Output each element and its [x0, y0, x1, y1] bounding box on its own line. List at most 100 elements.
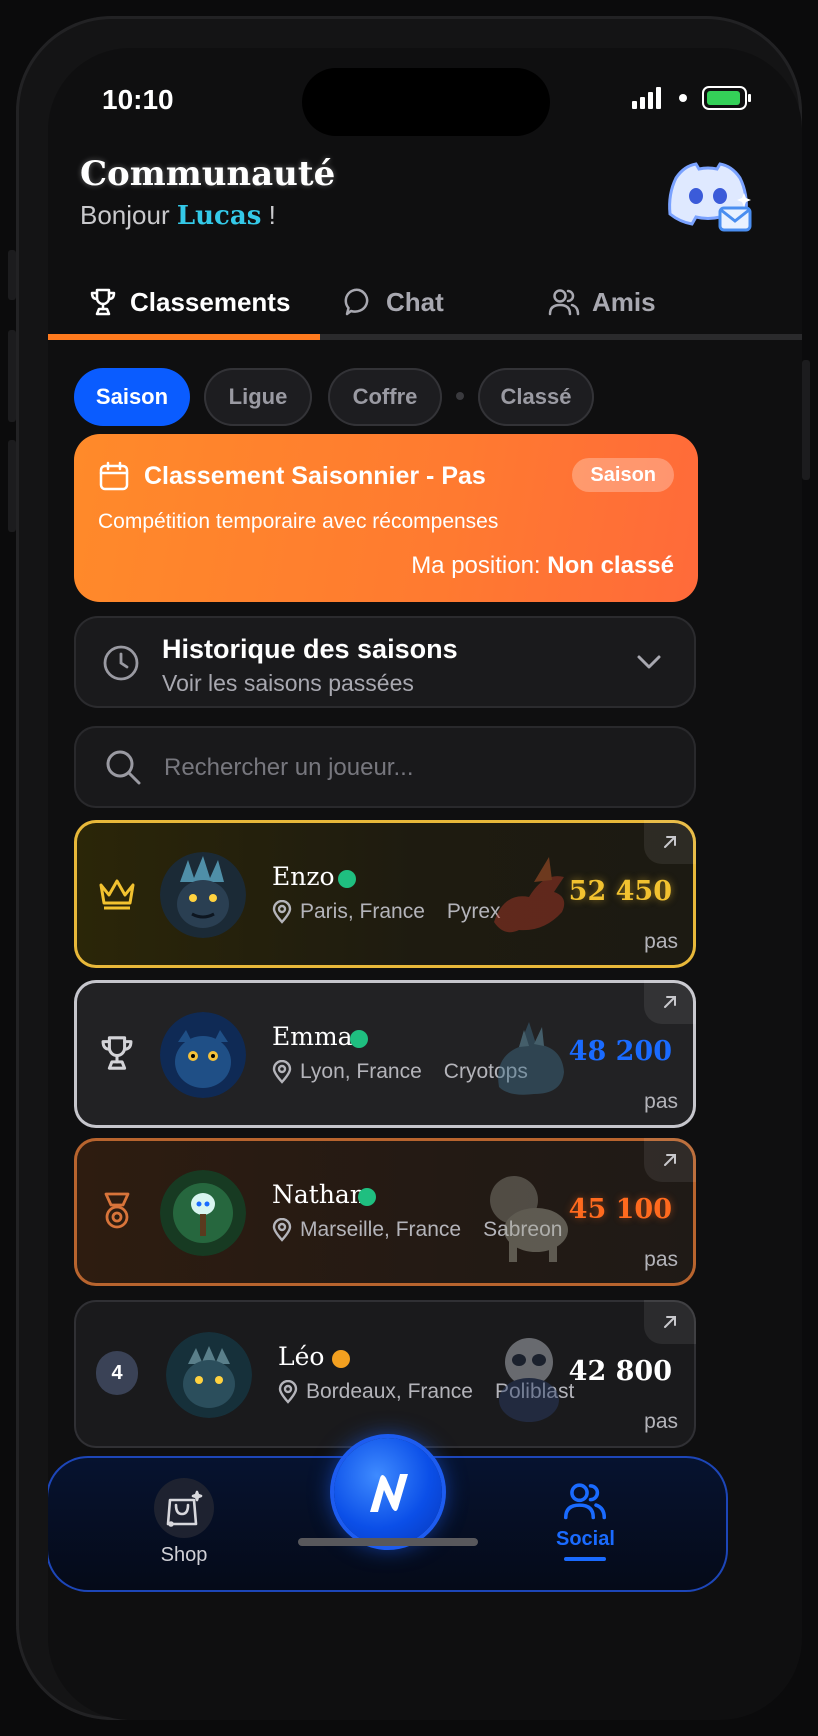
signal-icon — [632, 87, 661, 109]
leaderboard-row-3[interactable]: Nathan Marseille, France Sabreon 45 100 … — [74, 1138, 696, 1286]
arrow-up-right-icon — [664, 1154, 676, 1166]
filter-chip-saison[interactable]: Saison — [74, 368, 190, 426]
arrow-up-right-icon — [664, 836, 676, 848]
history-title: Historique des saisons — [162, 634, 458, 664]
open-profile-button[interactable] — [644, 980, 696, 1024]
status-time: 10:10 — [102, 84, 174, 115]
shop-icon-wrap — [154, 1478, 214, 1538]
rank-4-badge: 4 — [96, 1351, 138, 1395]
app-logo-icon — [370, 1474, 408, 1512]
chat-bubble-icon — [344, 288, 369, 316]
chevron-down-icon — [637, 655, 661, 669]
location-text: Lyon, France — [300, 1060, 422, 1083]
arrow-up-right-icon — [664, 996, 676, 1008]
clock-icon — [103, 645, 139, 681]
player-search — [74, 726, 696, 810]
trophy-icon — [101, 1036, 133, 1070]
location-text: Bordeaux, France — [306, 1380, 473, 1403]
player-name: Enzo — [272, 862, 335, 891]
home-indicator — [298, 1538, 478, 1546]
monster-avatar-icon — [160, 852, 246, 938]
player-score: 42 800 — [568, 1356, 672, 1387]
open-profile-button[interactable] — [644, 1300, 696, 1344]
leaderboard-row-1[interactable]: Enzo Paris, France Pyrex 52 450 pas — [74, 820, 696, 968]
rank-number: 4 — [96, 1351, 138, 1395]
my-position-label: Ma position: — [411, 552, 548, 579]
discord-invite-button[interactable] — [662, 158, 754, 236]
player-name: Léo — [278, 1342, 325, 1371]
greeting-suffix: ! — [261, 200, 276, 230]
nav-label: Social — [556, 1528, 615, 1550]
silent-switch — [8, 250, 16, 300]
app-home-button[interactable] — [334, 1438, 442, 1546]
nav-social[interactable]: Social — [556, 1480, 615, 1561]
filter-chip-coffre[interactable]: Coffre — [328, 368, 442, 426]
avatar — [166, 1332, 252, 1418]
tab-underline — [48, 334, 802, 340]
score-unit: pas — [644, 1248, 678, 1271]
screen: 10:10 Communauté Bonjour Lucas ! Classem… — [48, 48, 802, 1720]
nav-shop[interactable]: Shop — [154, 1478, 214, 1567]
location-pin-icon — [272, 900, 292, 924]
location-text: Marseille, France — [300, 1218, 462, 1241]
season-ranking-card[interactable]: Classement Saisonnier - Pas Saison Compé… — [74, 434, 698, 602]
player-location: Paris, France Pyrex — [272, 900, 501, 924]
monster-avatar-icon — [160, 1170, 246, 1256]
season-history-dropdown[interactable]: Historique des saisons Voir les saisons … — [74, 616, 696, 708]
monster-avatar-icon — [160, 1012, 246, 1098]
location-pin-icon — [278, 1380, 298, 1404]
location-text: Paris, France — [300, 900, 425, 923]
greeting-prefix: Bonjour — [80, 200, 177, 230]
volume-down-button — [8, 440, 16, 532]
crown-icon — [99, 879, 135, 910]
dinosaur-monster-icon — [498, 1022, 564, 1095]
monster-avatar-icon — [166, 1332, 252, 1418]
discord-icon — [668, 162, 752, 232]
leaderboard-row-2[interactable]: Emma Lyon, France Cryotops 48 200 pas — [74, 980, 696, 1128]
avatar — [160, 1170, 246, 1256]
dynamic-island — [302, 68, 550, 136]
my-position-value: Non classé — [547, 552, 674, 579]
greeting: Bonjour Lucas ! — [80, 200, 276, 231]
score-unit: pas — [644, 930, 678, 953]
tab-chat[interactable]: Chat — [344, 270, 444, 334]
panda-monster-icon — [499, 1338, 559, 1422]
medal-icon — [104, 1192, 130, 1229]
open-profile-button[interactable] — [644, 820, 696, 864]
search-input[interactable] — [162, 726, 666, 810]
away-status-dot — [332, 1350, 350, 1368]
leaderboard-row-4[interactable]: 4 Léo Bordeaux, France Poliblast 42 800 … — [74, 1300, 696, 1448]
active-tab-indicator — [48, 334, 320, 340]
tab-label: Classements — [130, 286, 291, 317]
trophy-icon — [90, 288, 116, 316]
tab-classements[interactable]: Classements — [88, 270, 290, 334]
online-status-dot — [350, 1030, 368, 1048]
tab-label: Amis — [592, 286, 656, 317]
users-icon — [548, 289, 580, 316]
score-unit: pas — [644, 1090, 678, 1113]
rank-3-badge — [96, 1190, 138, 1232]
shopping-bag-icon — [166, 1490, 203, 1527]
chip-separator — [456, 392, 464, 400]
filter-chip-classe[interactable]: Classé — [478, 368, 594, 426]
tab-amis[interactable]: Amis — [548, 270, 656, 334]
score-unit: pas — [644, 1410, 678, 1433]
season-title: Classement Saisonnier - Pas — [144, 462, 486, 490]
volume-up-button — [8, 330, 16, 422]
users-icon — [564, 1483, 607, 1520]
active-nav-indicator — [564, 1557, 607, 1561]
page-title: Communauté — [80, 154, 336, 194]
avatar — [160, 852, 246, 938]
arrow-up-right-icon — [664, 1316, 676, 1328]
filter-chip-ligue[interactable]: Ligue — [204, 368, 312, 426]
search-icon — [106, 750, 141, 785]
open-profile-button[interactable] — [644, 1138, 696, 1182]
season-badge: Saison — [572, 458, 674, 492]
my-position: Ma position: Non classé — [411, 552, 674, 580]
online-status-dot — [358, 1188, 376, 1206]
user-name: Lucas — [176, 201, 262, 231]
calendar-icon — [99, 461, 129, 491]
wifi-dot-icon — [679, 94, 687, 102]
player-score: 45 100 — [568, 1194, 672, 1225]
location-pin-icon — [272, 1218, 292, 1242]
